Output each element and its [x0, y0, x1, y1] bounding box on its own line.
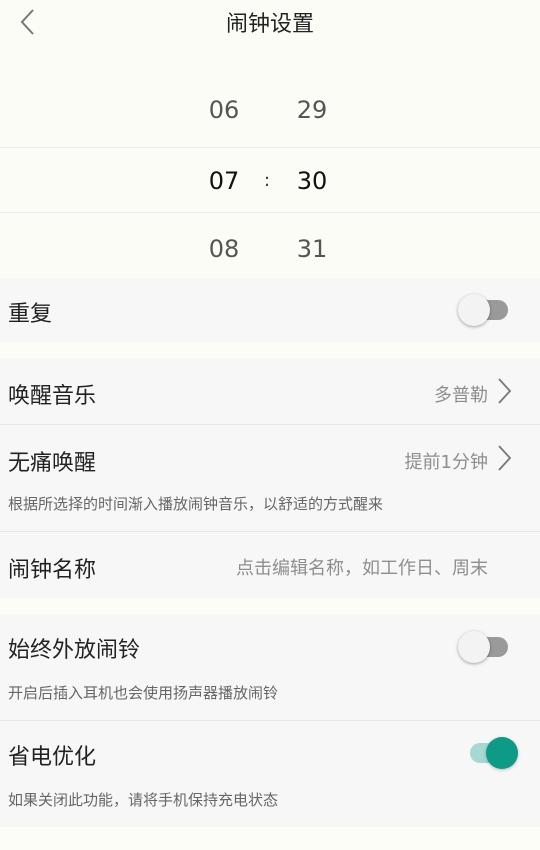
speaker-row[interactable]: 始终外放闹铃 开启后插入耳机也会使用扬声器播放闹铃	[0, 614, 540, 720]
gentle-wake-row[interactable]: 无痛唤醒 提前1分钟 根据所选择的时间渐入播放闹钟音乐，以舒适的方式醒来	[0, 425, 540, 531]
speaker-description: 开启后插入耳机也会使用扬声器播放闹铃	[8, 684, 279, 702]
alarm-name-row[interactable]: 闹钟名称 点击编辑名称，如工作日、周末	[0, 532, 540, 598]
power-saving-description: 如果关闭此功能，请将手机保持充电状态	[8, 791, 279, 809]
power-saving-row[interactable]: 省电优化 如果关闭此功能，请将手机保持充电状态	[0, 721, 540, 827]
alarm-name-label: 闹钟名称	[8, 558, 97, 583]
wake-music-value: 多普勒	[434, 385, 488, 406]
section-gap	[0, 342, 540, 358]
power-saving-label: 省电优化	[8, 745, 97, 770]
gentle-wake-label: 无痛唤醒	[8, 451, 97, 476]
repeat-label: 重复	[8, 302, 53, 327]
minute-option[interactable]: 31	[296, 216, 328, 282]
toggle-knob	[458, 294, 490, 326]
section-gap	[0, 598, 540, 614]
hour-option[interactable]: 06	[208, 77, 240, 143]
selected-minute[interactable]: 30	[296, 148, 328, 214]
page-title: 闹钟设置	[225, 12, 314, 37]
chevron-right-icon	[498, 445, 512, 471]
repeat-toggle[interactable]	[458, 293, 514, 327]
picker-row-previous: 06 29	[0, 77, 540, 143]
selected-hour[interactable]: 07	[208, 148, 240, 214]
speaker-label: 始终外放闹铃	[8, 638, 141, 663]
time-picker[interactable]: 06 29 07 : 30 08 31	[0, 44, 540, 278]
alarm-name-input[interactable]: 点击编辑名称，如工作日、周末	[236, 554, 488, 580]
toggle-knob	[458, 631, 490, 663]
toggle-knob	[486, 737, 518, 769]
repeat-row[interactable]: 重复	[0, 278, 540, 342]
power-saving-toggle[interactable]	[466, 736, 522, 770]
gentle-wake-value: 提前1分钟	[404, 452, 488, 473]
chevron-right-icon	[498, 378, 512, 404]
minute-option[interactable]: 29	[296, 77, 328, 143]
hour-option[interactable]: 08	[208, 216, 240, 282]
speaker-toggle[interactable]	[458, 630, 514, 664]
gentle-wake-description: 根据所选择的时间渐入播放闹钟音乐，以舒适的方式醒来	[8, 495, 384, 513]
picker-row-selected: 07 : 30	[0, 147, 540, 213]
app-header: 闹钟设置	[0, 0, 540, 44]
time-separator: :	[263, 170, 271, 191]
picker-row-next: 08 31	[0, 216, 540, 282]
wake-music-row[interactable]: 唤醒音乐 多普勒	[0, 358, 540, 424]
wake-music-label: 唤醒音乐	[8, 384, 97, 409]
bottom-space	[0, 827, 540, 850]
